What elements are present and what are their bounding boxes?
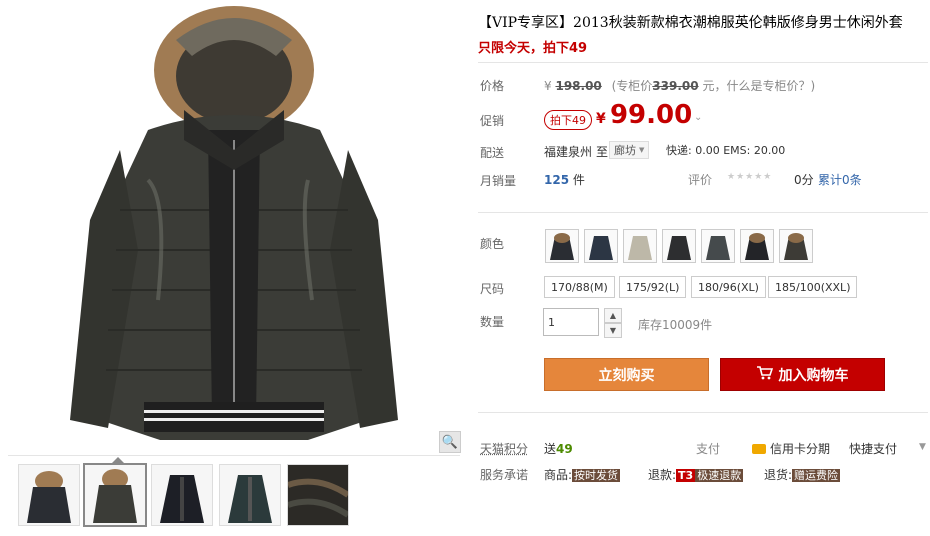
stock-count: 库存10009件	[638, 318, 713, 332]
sales-count: 125	[544, 173, 570, 187]
credit-card-icon	[752, 443, 766, 454]
thumbnail-4[interactable]	[219, 464, 281, 526]
product-gallery: 🔍	[0, 0, 465, 536]
points-prefix: 送	[544, 442, 557, 456]
credit-installment[interactable]: 信用卡分期	[752, 440, 830, 457]
shipping-fees: 快递: 0.00 EMS: 20.00	[666, 144, 786, 157]
caret-down-icon: ▼	[639, 146, 645, 154]
shipping-label: 配送	[480, 146, 505, 160]
price-row: ¥ 198.00 (专柜价339.00 元，什么是专柜价？)	[544, 77, 815, 94]
rating-label: 评价	[688, 173, 713, 187]
points-value-wrap: 送49	[544, 440, 573, 457]
product-info-panel: 【VIP专享区】2013秋装新款棉衣潮棉服英伦韩版修身男士休闲外套 只限今天，拍…	[472, 0, 930, 536]
color-label: 颜色	[480, 237, 505, 251]
quantity-label: 数量	[480, 315, 505, 329]
quantity-input[interactable]: 1	[543, 308, 599, 336]
color-swatch-2[interactable]	[584, 229, 618, 263]
points-value: 49	[556, 442, 573, 456]
service-return-label: 退货:	[764, 468, 793, 482]
cart-icon	[756, 365, 773, 384]
service-return-tag[interactable]: 赠运费险	[792, 469, 841, 482]
t3-badge: T3	[676, 469, 696, 482]
color-swatch-7[interactable]	[779, 229, 813, 263]
city-select[interactable]: 廊坊 ▼	[609, 141, 650, 159]
color-swatch-6[interactable]	[740, 229, 774, 263]
size-option-m[interactable]: 170/88(M)	[544, 276, 615, 298]
service-return: 退货: 赠运费险	[764, 466, 841, 483]
promo-currency: ¥	[596, 111, 606, 127]
thumb-jacket-1	[27, 471, 71, 523]
service-goods-label: 商品:	[544, 468, 573, 482]
product-title: 【VIP专享区】2013秋装新款棉衣潮棉服英伦韩版修身男士休闲外套	[478, 15, 903, 31]
thumbnail-1[interactable]	[18, 464, 80, 526]
original-price: 198.00	[555, 79, 602, 93]
counter-price-link[interactable]: 元，什么是专柜价？)	[702, 79, 815, 93]
price-currency: ¥	[544, 79, 552, 93]
rating-stars: ★★★★★	[727, 172, 773, 182]
product-subtitle: 只限今天，拍下49	[478, 41, 588, 56]
color-swatch-4[interactable]	[662, 229, 696, 263]
caret-down-icon[interactable]: ▼	[919, 442, 926, 452]
sales-count-wrap: 125 件	[544, 171, 585, 188]
swatch-jacket-6	[745, 233, 769, 260]
price-label: 价格	[480, 79, 505, 93]
payment-label: 支付	[696, 442, 721, 456]
service-refund-tag[interactable]: 极速退款	[695, 469, 744, 482]
points-label[interactable]: 天猫积分	[480, 440, 528, 457]
review-count-link[interactable]: 累计0条	[818, 171, 862, 188]
swatch-jacket-1	[550, 233, 574, 260]
thumb-jacket-4	[228, 475, 272, 523]
counter-prefix: (专柜价	[611, 79, 653, 93]
rating-score: 0分	[794, 173, 814, 187]
service-goods-tag[interactable]: 按时发货	[572, 469, 621, 482]
service-refund-label: 退款:	[648, 468, 677, 482]
size-option-xl[interactable]: 180/96(XL)	[691, 276, 766, 298]
swatch-jacket-2	[589, 236, 613, 260]
quantity-decrease-button[interactable]: ▼	[604, 323, 622, 338]
swatch-jacket-7	[784, 233, 808, 260]
size-option-xxl[interactable]: 185/100(XXL)	[768, 276, 858, 298]
service-label: 服务承诺	[480, 468, 529, 482]
promo-price-value: 99.00	[609, 100, 693, 130]
promo-badge: 拍下49	[544, 110, 592, 130]
size-option-l[interactable]: 175/92(L)	[619, 276, 687, 298]
quick-pay[interactable]: 快捷支付	[849, 440, 897, 457]
quantity-increase-button[interactable]: ▲	[604, 308, 622, 323]
size-label: 尺码	[480, 282, 505, 296]
color-swatch-1[interactable]	[545, 229, 579, 263]
divider	[478, 412, 928, 413]
thumb-jacket-3	[160, 475, 204, 523]
swatch-jacket-4	[667, 236, 691, 260]
swatch-jacket-3	[628, 236, 652, 260]
main-product-image[interactable]	[8, 0, 460, 452]
thumbnail-3[interactable]	[151, 464, 213, 526]
swatch-jacket-5	[706, 236, 730, 260]
counter-price: 339.00	[652, 79, 699, 93]
promo-label: 促销	[480, 114, 505, 128]
thumbnail-strip	[8, 455, 460, 536]
service-refund: 退款: T3 极速退款	[648, 466, 744, 483]
thumb-detail-5	[288, 465, 348, 525]
jacket-illustration	[70, 6, 398, 440]
buy-now-button[interactable]: 立刻购买	[544, 358, 709, 391]
sales-unit: 件	[572, 173, 585, 187]
service-goods: 商品: 按时发货	[544, 466, 621, 483]
thumb-jacket-2	[93, 469, 137, 523]
promo-price: ¥ 99.00	[596, 100, 692, 130]
divider	[478, 62, 928, 63]
thumbnail-2[interactable]	[83, 463, 147, 527]
sales-label: 月销量	[480, 174, 517, 188]
add-to-cart-label: 加入购物车	[778, 367, 849, 384]
thumbnail-5[interactable]	[287, 464, 349, 526]
city-value: 廊坊	[614, 144, 636, 157]
ship-to-word: 至	[596, 145, 609, 159]
add-to-cart-button[interactable]: 加入购物车	[720, 358, 885, 391]
credit-installment-label: 信用卡分期	[770, 442, 831, 456]
zoom-icon[interactable]: 🔍	[439, 431, 461, 453]
color-swatch-3[interactable]	[623, 229, 657, 263]
divider	[478, 212, 928, 213]
chevron-down-icon[interactable]: ⌄	[694, 112, 702, 123]
color-swatch-5[interactable]	[701, 229, 735, 263]
ship-from: 福建泉州	[544, 145, 593, 159]
